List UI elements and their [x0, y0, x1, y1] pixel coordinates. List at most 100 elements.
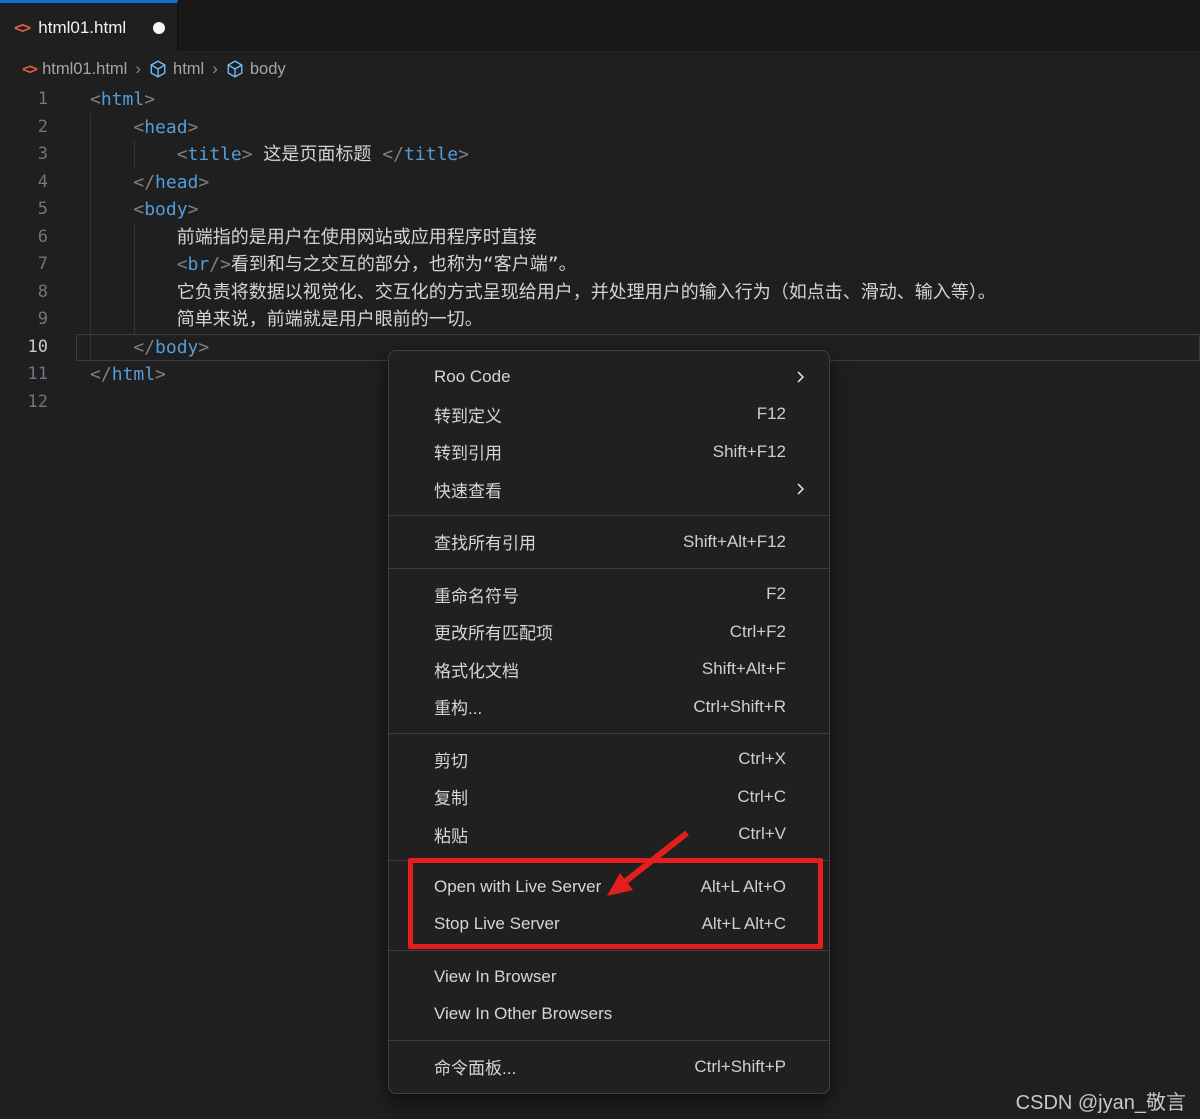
- menu-item-go-to-definition[interactable]: 转到定义F12: [389, 396, 829, 434]
- line-number: 9: [0, 306, 48, 334]
- menu-item-shortcut: F12: [757, 404, 807, 424]
- breadcrumb-item-file[interactable]: <> html01.html: [22, 60, 127, 79]
- line-number: 3: [0, 141, 48, 169]
- code-line: 6 前端指的是用户在使用网站或应用程序时直接: [0, 224, 1200, 252]
- breadcrumb-label: html: [173, 60, 204, 79]
- code-line: 5 <body>: [0, 196, 1200, 224]
- menu-separator: [389, 950, 829, 951]
- menu-item-go-to-references[interactable]: 转到引用Shift+F12: [389, 433, 829, 471]
- line-number: 12: [0, 389, 48, 417]
- breadcrumb-item-html[interactable]: html: [149, 60, 204, 79]
- menu-item-label: 格式化文档: [434, 657, 702, 682]
- menu-item-shortcut: Ctrl+Shift+R: [693, 697, 807, 717]
- tab-html01[interactable]: <> html01.html: [0, 0, 178, 52]
- code-line: 1 <html>: [0, 86, 1200, 114]
- menu-item-shortcut: Ctrl+V: [738, 824, 807, 844]
- menu-item-find-all-references[interactable]: 查找所有引用Shift+Alt+F12: [389, 523, 829, 561]
- element-cube-icon: [149, 60, 167, 78]
- line-number: 7: [0, 251, 48, 279]
- menu-item-shortcut: F2: [766, 584, 807, 604]
- menu-item-shortcut: Ctrl+F2: [730, 622, 807, 642]
- breadcrumb-separator-icon: ›: [135, 59, 141, 79]
- code-line: 7 <br/>看到和与之交互的部分，也称为“客户端”。: [0, 251, 1200, 279]
- breadcrumb-label: html01.html: [42, 60, 127, 79]
- menu-item-label: View In Browser: [434, 967, 807, 987]
- menu-item-shortcut: Alt+L Alt+O: [701, 877, 807, 897]
- code-text: 前端指的是用户在使用网站或应用程序时直接: [90, 224, 537, 252]
- code-line: 4 </head>: [0, 169, 1200, 197]
- menu-item-shortcut: Shift+F12: [713, 442, 807, 462]
- code-text: <html>: [90, 86, 155, 114]
- context-menu: Roo Code转到定义F12转到引用Shift+F12快速查看查找所有引用Sh…: [388, 350, 830, 1094]
- line-number: 11: [0, 361, 48, 389]
- menu-separator: [389, 1040, 829, 1041]
- breadcrumb-item-body[interactable]: body: [226, 60, 286, 79]
- vscode-window: <> html01.html <> html01.html › html › body 1…: [0, 0, 1200, 1119]
- menu-item-label: 查找所有引用: [434, 529, 683, 554]
- line-number: 8: [0, 279, 48, 307]
- code-text: </head>: [90, 169, 209, 197]
- line-number: 5: [0, 196, 48, 224]
- menu-item-peek[interactable]: 快速查看: [389, 471, 829, 509]
- html-file-icon: <>: [14, 18, 29, 37]
- menu-item-view-in-other-browsers[interactable]: View In Other Browsers: [389, 996, 829, 1034]
- menu-item-label: Open with Live Server: [434, 877, 701, 897]
- unsaved-changes-dot-icon[interactable]: [153, 22, 165, 34]
- line-number: 2: [0, 114, 48, 142]
- menu-item-label: 重命名符号: [434, 582, 766, 607]
- menu-item-shortcut: Alt+L Alt+C: [702, 914, 807, 934]
- menu-item-shortcut: Shift+Alt+F: [702, 659, 807, 679]
- tab-strip-empty: [178, 0, 1200, 52]
- code-text: <body>: [90, 196, 198, 224]
- breadcrumb-label: body: [250, 60, 286, 79]
- menu-item-command-palette[interactable]: 命令面板...Ctrl+Shift+P: [389, 1048, 829, 1086]
- code-text: </html>: [90, 361, 166, 389]
- menu-item-shortcut: Ctrl+X: [738, 749, 807, 769]
- tab-label: html01.html: [38, 18, 145, 38]
- breadcrumb-separator-icon: ›: [212, 59, 218, 79]
- menu-item-label: 转到定义: [434, 402, 757, 427]
- line-number: 1: [0, 86, 48, 114]
- menu-separator: [389, 860, 829, 861]
- menu-item-label: 转到引用: [434, 439, 713, 464]
- code-text: 简单来说，前端就是用户眼前的一切。: [90, 306, 483, 334]
- menu-item-label: 粘贴: [434, 822, 738, 847]
- menu-separator: [389, 515, 829, 516]
- code-line: 9 简单来说，前端就是用户眼前的一切。: [0, 306, 1200, 334]
- menu-item-label: Roo Code: [434, 367, 793, 387]
- element-cube-icon: [226, 60, 244, 78]
- menu-item-open-with-live-server[interactable]: Open with Live ServerAlt+L Alt+O: [389, 868, 829, 906]
- menu-item-format-document[interactable]: 格式化文档Shift+Alt+F: [389, 651, 829, 689]
- menu-item-view-in-browser[interactable]: View In Browser: [389, 958, 829, 996]
- code-text: <head>: [90, 114, 198, 142]
- menu-item-shortcut: Ctrl+Shift+P: [694, 1057, 807, 1077]
- code-text: </body>: [90, 334, 209, 362]
- line-number: 6: [0, 224, 48, 252]
- menu-item-stop-live-server[interactable]: Stop Live ServerAlt+L Alt+C: [389, 906, 829, 944]
- submenu-chevron-icon: [793, 482, 807, 496]
- menu-item-shortcut: Ctrl+C: [737, 787, 807, 807]
- menu-item-copy[interactable]: 复制Ctrl+C: [389, 778, 829, 816]
- code-line: 3 <title> 这是页面标题 </title>: [0, 141, 1200, 169]
- submenu-chevron-icon: [793, 370, 807, 384]
- code-line: 8 它负责将数据以视觉化、交互化的方式呈现给用户，并处理用户的输入行为（如点击、…: [0, 279, 1200, 307]
- menu-item-rename-symbol[interactable]: 重命名符号F2: [389, 576, 829, 614]
- tab-bar: <> html01.html: [0, 0, 1200, 52]
- menu-separator: [389, 733, 829, 734]
- breadcrumb: <> html01.html › html › body: [0, 52, 1200, 86]
- code-text: 它负责将数据以视觉化、交互化的方式呈现给用户，并处理用户的输入行为（如点击、滑动…: [90, 279, 996, 307]
- menu-item-cut[interactable]: 剪切Ctrl+X: [389, 741, 829, 779]
- menu-item-label: 复制: [434, 784, 737, 809]
- menu-item-label: 更改所有匹配项: [434, 619, 730, 644]
- menu-item-label: Stop Live Server: [434, 914, 702, 934]
- menu-item-label: 剪切: [434, 747, 738, 772]
- html-file-icon: <>: [22, 60, 36, 78]
- menu-item-paste[interactable]: 粘贴Ctrl+V: [389, 816, 829, 854]
- menu-item-refactor[interactable]: 重构...Ctrl+Shift+R: [389, 688, 829, 726]
- menu-item-change-all-occurrences[interactable]: 更改所有匹配项Ctrl+F2: [389, 613, 829, 651]
- code-text: <br/>看到和与之交互的部分，也称为“客户端”。: [90, 251, 577, 279]
- line-number: 4: [0, 169, 48, 197]
- line-number: 10: [0, 334, 48, 362]
- menu-item-label: 快速查看: [434, 477, 793, 502]
- menu-item-roo-code[interactable]: Roo Code: [389, 358, 829, 396]
